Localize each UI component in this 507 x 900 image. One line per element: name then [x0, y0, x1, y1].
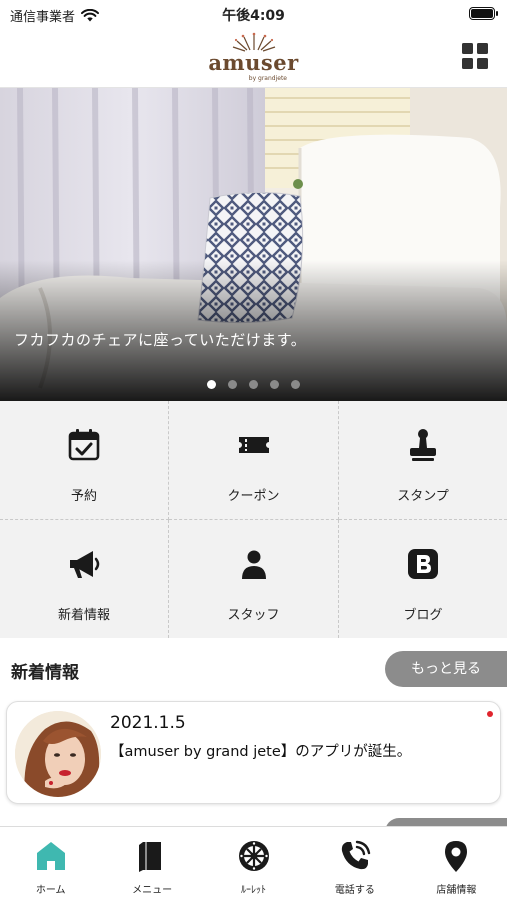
roulette-icon: [238, 841, 269, 871]
tab-roulette[interactable]: ﾙｰﾚｯﾄ: [203, 827, 304, 900]
feature-news[interactable]: 新着情報: [0, 520, 169, 638]
phone-icon: [341, 840, 371, 870]
feature-label: 予約: [70, 489, 97, 504]
tab-phone[interactable]: 電話する: [304, 827, 405, 900]
feature-label: クーポン: [227, 489, 280, 504]
tab-menu[interactable]: メニュー: [101, 827, 202, 900]
tab-label: 電話する: [334, 885, 375, 896]
brand-logo[interactable]: amuser by grandjete: [200, 30, 307, 86]
logo-text: amuser: [208, 50, 299, 75]
sunburst-icon: [232, 32, 276, 52]
feature-coupon[interactable]: クーポン: [169, 401, 339, 520]
slide-dot[interactable]: [291, 380, 300, 389]
tab-store-info[interactable]: 店舗情報: [406, 827, 507, 900]
status-bar: 通信事業者 午後4:09: [0, 0, 507, 28]
tab-label: 店舗情報: [436, 885, 477, 896]
news-item[interactable]: 2021.1.5 【amuser by grand jete】のアプリが誕生。: [6, 701, 501, 804]
battery-icon: [469, 7, 498, 20]
slide-dot[interactable]: [249, 380, 258, 389]
slide-dot[interactable]: [270, 380, 279, 389]
feature-grid: 予約 クーポン スタンプ 新着情報 スタッフ ブログ: [0, 401, 507, 638]
hero-slideshow[interactable]: フカフカのチェアに座っていただけます。: [0, 88, 507, 401]
tab-home[interactable]: ホーム: [0, 827, 101, 900]
map-pin-icon: [445, 841, 468, 872]
tab-label: メニュー: [132, 885, 173, 896]
bottom-tab-bar: ホーム メニュー ﾙｰﾚｯﾄ 電話する 店舗情報: [0, 826, 507, 900]
tab-label: ホーム: [35, 885, 66, 896]
feature-label: スタッフ: [227, 608, 280, 623]
person-icon: [241, 550, 266, 579]
feature-staff[interactable]: スタッフ: [169, 520, 339, 638]
news-thumbnail: [15, 711, 101, 797]
calendar-icon: [68, 429, 100, 461]
home-icon: [36, 842, 65, 870]
grid-menu-icon[interactable]: [461, 42, 489, 70]
see-more-button[interactable]: もっと見る: [385, 651, 507, 687]
feature-label: スタンプ: [397, 489, 449, 504]
slide-dot[interactable]: [207, 380, 216, 389]
hero-caption: フカフカのチェアに座っていただけます。: [14, 331, 307, 349]
app-header: amuser by grandjete: [0, 28, 507, 88]
tab-label: ﾙｰﾚｯﾄ: [241, 885, 267, 896]
news-text: 【amuser by grand jete】のアプリが誕生。: [110, 744, 412, 760]
news-date: 2021.1.5: [110, 713, 186, 733]
portrait-image: [15, 711, 101, 797]
news-section-header: 新着情報 もっと見る: [0, 638, 507, 700]
unread-indicator: [487, 711, 493, 717]
feature-stamp[interactable]: スタンプ: [339, 401, 507, 520]
slide-indicator: [0, 380, 507, 389]
book-icon: [139, 842, 162, 872]
news-section-title: 新着情報: [11, 663, 79, 683]
slide-dot[interactable]: [228, 380, 237, 389]
status-time: 午後4:09: [222, 8, 285, 24]
logo-subtext: by grandjete: [248, 75, 287, 82]
feature-blog[interactable]: ブログ: [339, 520, 507, 638]
feature-label: ブログ: [403, 608, 443, 623]
ticket-icon: [238, 437, 269, 453]
blog-icon: [408, 549, 438, 579]
megaphone-icon: [70, 551, 100, 578]
hero-photo: [0, 88, 507, 401]
feature-reservation[interactable]: 予約: [0, 401, 169, 520]
stamp-icon: [410, 429, 436, 461]
feature-label: 新着情報: [57, 608, 110, 623]
